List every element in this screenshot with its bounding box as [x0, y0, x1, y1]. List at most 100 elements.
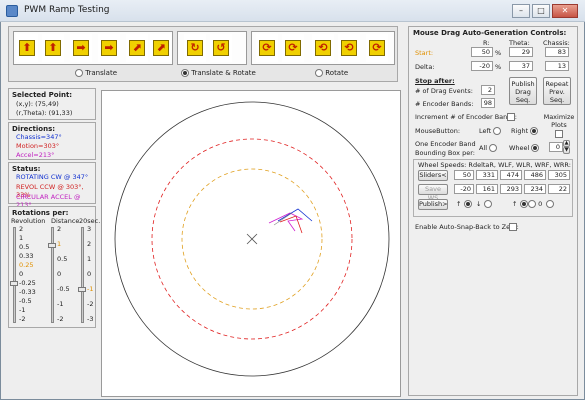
wheel-speeds-heading: Wheel Speeds: RdeltaR, WLF, WLR, WRF, WR… [418, 161, 571, 169]
seconds-slider-handle[interactable] [78, 287, 86, 292]
speed-r1-c2[interactable]: 331 [476, 170, 498, 180]
direction-up-radio-2[interactable]: ↑ [512, 200, 528, 208]
down-arrow-icon: ↓ [476, 200, 482, 208]
seconds-label: 20sec. [79, 217, 101, 225]
direction-down-radio[interactable]: ↓ [476, 200, 492, 208]
selected-point-rtheta: (r,Theta): (91,33) [16, 109, 73, 117]
slider-tick-label: 0.33 [19, 252, 34, 260]
rotate-cw-icon: ⟳ [288, 41, 298, 54]
left-button-radio[interactable]: Left [479, 127, 502, 135]
translate-tiles[interactable]: ⬆ ⬆ ➡ ➡ ⬈ ⬈ [13, 31, 173, 65]
revolution-slider-handle[interactable] [10, 281, 18, 286]
speed-r2-c2[interactable]: 161 [476, 184, 498, 194]
drag-events-field[interactable]: 2 [481, 85, 495, 95]
increment-checkbox[interactable] [507, 113, 515, 121]
motion-plot[interactable] [102, 91, 400, 396]
slider-tick-label: -0.5 [19, 297, 32, 305]
direction-accel: Accel=213° [16, 151, 55, 159]
speed-r1-c5[interactable]: 305 [548, 170, 570, 180]
slider-tick-label: 3 [87, 225, 92, 233]
maximize-plots-checkbox[interactable] [555, 130, 563, 138]
encoder-bands-field[interactable]: 98 [481, 98, 495, 108]
radio-icon [493, 127, 502, 135]
up-arrow-icon: ↑ [456, 200, 462, 208]
wheel-speeds-group: Wheel Speeds: RdeltaR, WLF, WLR, WRF, WR… [413, 159, 573, 217]
radio-icon [483, 200, 492, 208]
left-label: Left [479, 127, 492, 135]
wheel-label: Wheel [509, 144, 530, 152]
stop-after-label: Stop after: [415, 77, 455, 85]
wheel-radio[interactable]: Wheel [509, 144, 540, 152]
start-chassis-field[interactable]: 83 [545, 47, 569, 57]
spinner-down-icon[interactable]: ▼ [563, 147, 570, 154]
direction-up-radio[interactable]: ↑ [456, 200, 472, 208]
speed-r2-c1[interactable]: -20 [454, 184, 474, 194]
spinner-up-icon[interactable]: ▲ [563, 140, 570, 147]
status-panel: Status: ROTATING CW @ 347° REVOL CCW @ 3… [8, 162, 96, 209]
radio-icon [528, 200, 536, 208]
radio-icon [75, 69, 83, 77]
radio-selected-icon [530, 127, 539, 135]
repeat-prev-button[interactable]: Repeat Prev. Seq. [543, 77, 571, 105]
maximize-button[interactable]: □ [532, 4, 550, 18]
direction-zero-radio-2[interactable] [546, 200, 554, 208]
speed-r1-c1[interactable]: 50 [454, 170, 474, 180]
slider-tick-label: -1 [57, 300, 64, 308]
start-r-field[interactable]: 50 [471, 47, 493, 57]
close-button[interactable]: ✕ [552, 4, 578, 18]
distance-slider-handle[interactable] [48, 243, 56, 248]
rotate-ccw-icon: ⟲ [318, 41, 328, 54]
radio-icon [546, 200, 554, 208]
save-ws-button[interactable]: Save WS [418, 184, 448, 202]
chassis-marker[interactable] [268, 208, 313, 234]
slider-tick-label: 2 [19, 225, 24, 233]
mode-rotate-radio[interactable]: Rotate [315, 69, 348, 77]
selected-point-xy: (x,y): (75,49) [16, 100, 59, 108]
delta-label: Delta: [415, 63, 435, 71]
speed-r2-c3[interactable]: 293 [500, 184, 522, 194]
wheel-spinner[interactable]: 0 [549, 142, 563, 152]
slider-tick-label: 0 [87, 270, 92, 278]
col-r-label: R: [483, 39, 490, 47]
mouse-button-label: MouseButton: [415, 127, 461, 135]
maximize-plots-label: Maximize Plots [543, 113, 575, 129]
all-radio[interactable]: All [479, 144, 498, 152]
minimize-button[interactable]: – [512, 4, 530, 18]
slider-tick-label: -1 [19, 306, 26, 314]
distance-slider[interactable] [51, 227, 54, 323]
window-title: PWM Ramp Testing [24, 5, 110, 15]
radio-selected-icon [519, 200, 528, 208]
rotate-cw-icon: ⟳ [262, 41, 272, 54]
delta-theta-field[interactable]: 37 [509, 61, 533, 71]
speed-r2-c4[interactable]: 234 [524, 184, 546, 194]
right-button-radio[interactable]: Right [511, 127, 539, 135]
snap-back-checkbox[interactable] [509, 223, 517, 231]
sliders-button[interactable]: Sliders< [418, 170, 448, 181]
speed-r2-c5[interactable]: 22 [548, 184, 570, 194]
publish-button[interactable]: Publish> [418, 199, 448, 210]
delta-chassis-field[interactable]: 13 [545, 61, 569, 71]
translate-rotate-tiles[interactable]: ↻ ↺ [177, 31, 247, 65]
col-chassis-label: Chassis: [543, 39, 570, 47]
publish-drag-button[interactable]: Publish Drag Seq. [509, 77, 537, 105]
start-label: Start: [415, 49, 434, 57]
slider-tick-label: -2 [87, 300, 94, 308]
radio-selected-icon [531, 144, 540, 152]
rotate-label: Rotate [325, 69, 349, 77]
speed-r1-c3[interactable]: 474 [500, 170, 522, 180]
radio-icon [489, 144, 498, 152]
direction-zero-radio[interactable]: 0 [528, 200, 542, 208]
arrow-up-icon: ⬆ [48, 41, 58, 54]
slider-tick-label: -1 [87, 285, 94, 293]
start-theta-field[interactable]: 29 [509, 47, 533, 57]
slider-tick-label: 0.25 [19, 261, 34, 269]
revolution-slider[interactable] [13, 227, 16, 323]
delta-r-field[interactable]: -20 [471, 61, 493, 71]
motion-plot-canvas[interactable] [101, 90, 401, 397]
rotate-tiles[interactable]: ⟳ ⟳ ⟲ ⟲ ⟳ [251, 31, 395, 65]
speed-r1-c4[interactable]: 486 [524, 170, 546, 180]
mode-translate-rotate-radio[interactable]: Translate & Rotate [181, 69, 256, 77]
mode-translate-radio[interactable]: Translate [75, 69, 117, 77]
seconds-slider[interactable] [81, 227, 84, 323]
slider-tick-label: -3 [87, 315, 94, 323]
